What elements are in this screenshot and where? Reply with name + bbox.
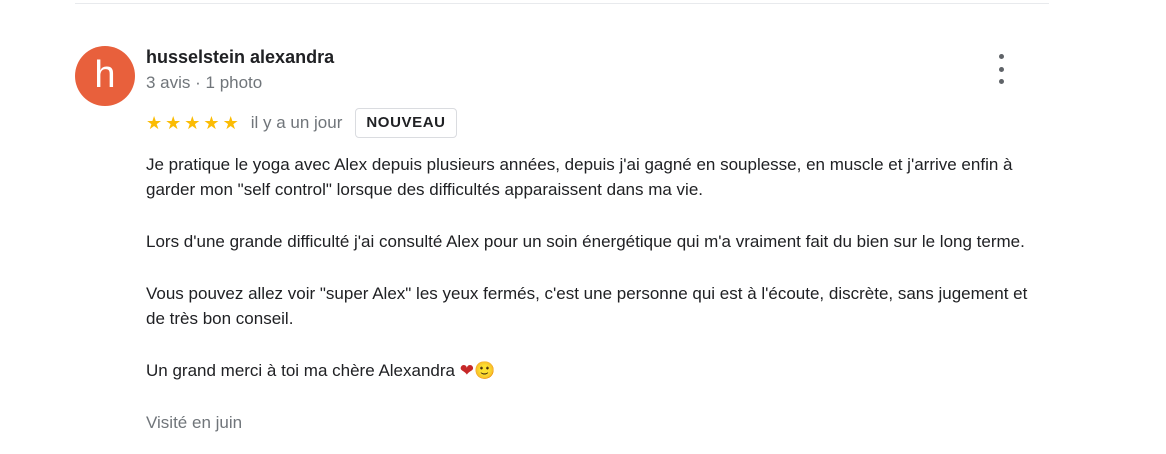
- new-badge: NOUVEAU: [355, 108, 457, 138]
- review-paragraph: Vous pouvez allez voir "super Alex" les …: [146, 284, 1028, 328]
- menu-dot: [998, 79, 1004, 84]
- review-text: Je pratique le yoga avec Alex depuis plu…: [146, 152, 1046, 384]
- author-name[interactable]: husselstein alexandra: [146, 47, 334, 68]
- menu-dot: [998, 66, 1004, 72]
- heart-icon: ❤: [459, 361, 474, 381]
- rating-row: ★ ★ ★ ★ ★ il y a un jour NOUVEAU: [146, 108, 457, 138]
- star-icon: ★: [203, 113, 220, 133]
- author-meta: 3 avis · 1 photo: [146, 73, 263, 92]
- visit-date: Visité en juin: [146, 413, 243, 432]
- review-paragraph: Un grand merci à toi ma chère Alexandra: [146, 361, 455, 380]
- smile-icon: 🙂: [473, 361, 496, 381]
- more-options-icon[interactable]: [990, 54, 1012, 84]
- star-icon: ★: [146, 113, 163, 133]
- review-paragraph: Je pratique le yoga avec Alex depuis plu…: [146, 155, 1013, 199]
- review-time: il y a un jour: [250, 113, 343, 132]
- avatar[interactable]: h: [75, 46, 135, 106]
- review-paragraph: Lors d'une grande difficulté j'ai consul…: [146, 232, 1025, 251]
- top-divider: [75, 3, 1049, 4]
- menu-dot: [998, 54, 1004, 59]
- star-icon: ★: [165, 113, 182, 133]
- star-rating: ★ ★ ★ ★ ★: [146, 114, 239, 132]
- review-paragraph-closing: Un grand merci à toi ma chère Alexandra …: [146, 358, 1046, 384]
- star-icon: ★: [222, 113, 239, 133]
- avatar-letter: h: [94, 54, 116, 96]
- star-icon: ★: [184, 113, 201, 133]
